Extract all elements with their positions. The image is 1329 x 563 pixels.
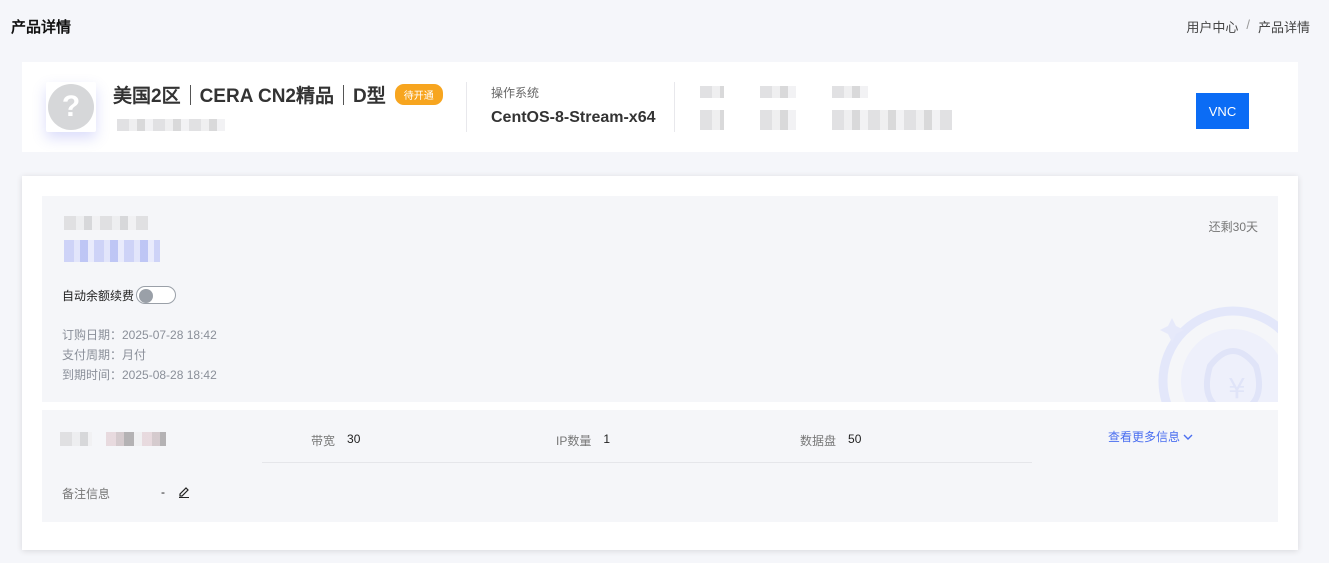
header-divider [466,82,467,132]
billing-info: 订购日期：2025-07-28 18:42 支付周期：月付 到期时间：2025-… [62,325,217,385]
redacted-renew-link [64,240,160,262]
money-bag-watermark-icon: ¥ [1158,306,1278,402]
expire-time: 到期时间：2025-08-28 18:42 [62,368,217,382]
breadcrumb-user-center[interactable]: 用户中心 [1186,17,1238,36]
remark-label: 备注信息 [62,487,111,501]
product-region: 美国2区 [113,86,181,107]
toggle-knob [139,289,154,303]
redacted-ip [832,110,952,130]
ip-count-value: 1 [603,432,611,446]
redacted-label [700,86,724,98]
page-title: 产品详情 [11,18,72,36]
remark-value: - [161,485,165,499]
product-type: D型 [353,86,386,107]
chevron-down-icon [1183,434,1193,440]
redacted-price [64,216,148,230]
auto-renew-toggle[interactable] [136,286,177,304]
data-disk-label: 数据盘 [800,434,837,448]
auto-renew-row: 自动余额续费 [62,286,177,304]
view-more-label: 查看更多信息 [1108,430,1181,444]
billing-panel: 还剩30天 自动余额续费 订购日期：2025-07-28 18:42 支付周期：… [42,196,1278,402]
view-more-link[interactable]: 查看更多信息 [1108,428,1194,445]
redacted-product-id [117,119,225,131]
product-main-card: 还剩30天 自动余额续费 订购日期：2025-07-28 18:42 支付周期：… [22,176,1298,550]
redacted-value [760,110,796,130]
data-disk-value: 50 [848,432,862,446]
breadcrumb: 用户中心 / 产品详情 [1186,17,1310,36]
edit-icon[interactable] [178,484,190,498]
pay-cycle: 支付周期：月付 [62,348,147,362]
bandwidth-value: 30 [347,432,361,446]
product-line: CERA CN2精品 [199,86,334,107]
os-label: 操作系统 [491,86,540,100]
product-header-card: ? 美国2区 CERA CN2精品 D型 待开通 操作系统 CentOS-8-S… [22,62,1298,152]
product-logo: ? [46,82,96,132]
bandwidth-label: 带宽 [311,434,336,448]
auto-renew-label: 自动余额续费 [62,288,135,303]
order-date: 订购日期：2025-07-28 18:42 [62,328,217,342]
product-name: 美国2区 CERA CN2精品 D型 待开通 [113,81,443,108]
status-badge: 待开通 [394,84,443,105]
redacted-spec [60,432,92,446]
header-divider [674,82,675,132]
vnc-button[interactable]: VNC [1196,93,1249,129]
question-mark-icon: ? [48,84,94,130]
name-divider [343,84,344,105]
name-divider [189,84,191,105]
data-disk-spec: 数据盘 50 [800,432,861,449]
os-value: CentOS-8-Stream-x64 [491,109,656,126]
redacted-label [760,86,796,98]
svg-text:¥: ¥ [1228,372,1246,402]
ip-count-spec: IP数量 1 [556,432,610,449]
redacted-spec [106,432,166,446]
ip-count-label: IP数量 [556,434,592,448]
specs-panel: 带宽 30 IP数量 1 数据盘 50 查看更多信息 备注信息 - [42,410,1278,522]
redacted-label [832,86,868,98]
top-bar: 产品详情 用户中心 / 产品详情 [0,0,1329,52]
spec-divider [262,462,1032,463]
breadcrumb-separator: / [1246,16,1250,32]
breadcrumb-current: 产品详情 [1257,19,1310,35]
remaining-days: 还剩30天 [1208,220,1258,234]
bandwidth-spec: 带宽 30 [311,432,360,449]
redacted-value [700,110,724,130]
